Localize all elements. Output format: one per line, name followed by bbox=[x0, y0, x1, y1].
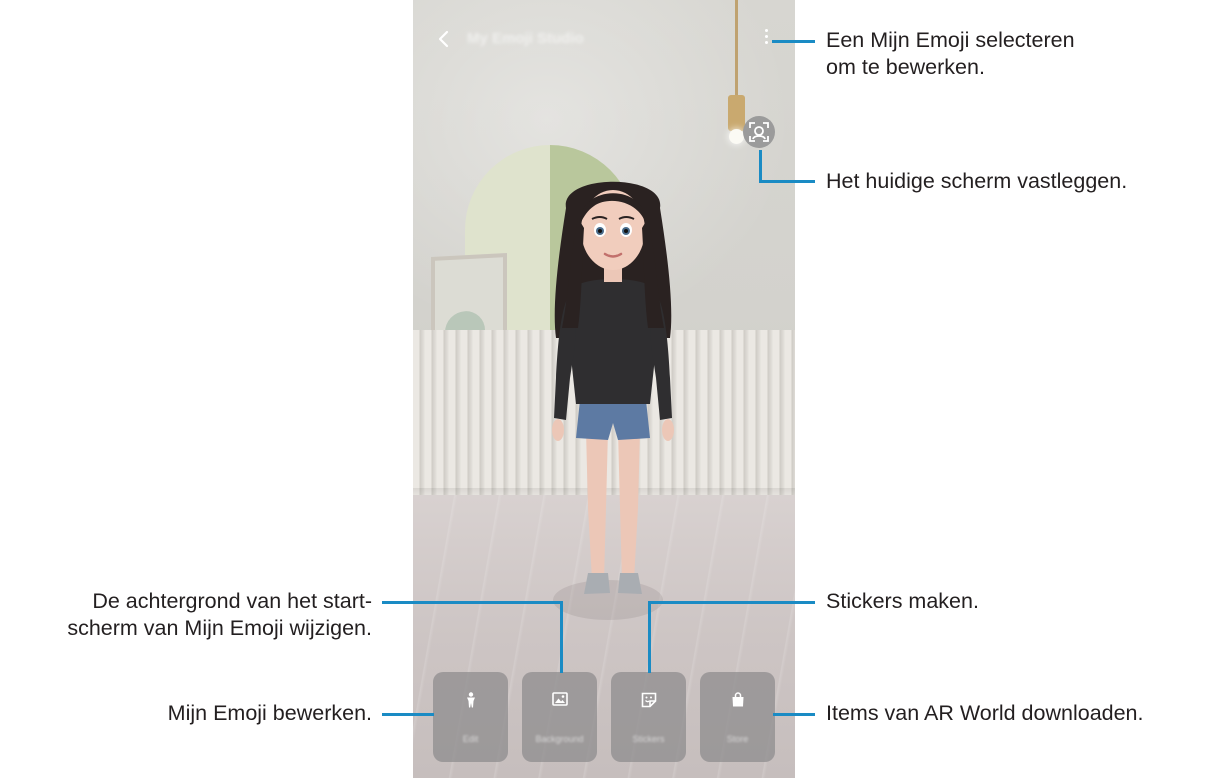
callout-more-menu-line1: Een Mijn Emoji selecteren bbox=[826, 28, 1075, 52]
shopping-bag-icon bbox=[732, 692, 743, 707]
stickers-button[interactable]: Stickers bbox=[611, 672, 686, 762]
callout-line-more-menu bbox=[772, 40, 815, 43]
person-icon bbox=[466, 692, 475, 708]
callout-capture: Het huidige scherm vastleggen. bbox=[826, 169, 1128, 193]
callout-line-background bbox=[382, 601, 562, 604]
face-scan-icon bbox=[749, 122, 769, 142]
callout-background-line1: De achtergrond van het start- bbox=[92, 589, 372, 613]
callout-store: Items van AR World downloaden. bbox=[826, 701, 1144, 725]
callout-line-stickers-v bbox=[648, 601, 651, 673]
edit-label: Edit bbox=[462, 734, 479, 744]
callout-background: De achtergrond van het start- scherm van… bbox=[0, 588, 372, 642]
callout-line-background-v bbox=[560, 601, 563, 673]
app-title: My Emoji Studio bbox=[467, 30, 584, 47]
callout-more-menu: Een Mijn Emoji selecteren om te bewerken… bbox=[826, 27, 1075, 81]
callout-line-store bbox=[773, 713, 815, 716]
callout-line-capture-h bbox=[759, 180, 815, 183]
callout-stickers: Stickers maken. bbox=[826, 589, 979, 613]
more-options-button[interactable] bbox=[759, 26, 773, 52]
callout-edit: Mijn Emoji bewerken. bbox=[167, 701, 372, 725]
top-bar: My Emoji Studio bbox=[413, 22, 795, 58]
edit-button[interactable]: Edit bbox=[433, 672, 508, 762]
image-icon bbox=[551, 692, 568, 706]
background-button[interactable]: Background bbox=[522, 672, 597, 762]
callout-line-stickers bbox=[648, 601, 815, 604]
capture-button[interactable] bbox=[743, 116, 775, 148]
sticker-icon bbox=[641, 692, 656, 708]
callout-line-edit bbox=[382, 713, 434, 716]
lamp-socket bbox=[728, 95, 745, 131]
more-vertical-icon bbox=[759, 29, 773, 44]
callout-background-line2: scherm van Mijn Emoji wijzigen. bbox=[67, 616, 372, 640]
lamp-bulb bbox=[729, 129, 744, 144]
callout-more-menu-line2: om te bewerken. bbox=[826, 55, 985, 79]
emoji-avatar bbox=[552, 181, 674, 594]
store-label: Store bbox=[726, 734, 749, 744]
phone-screen: My Emoji Studio Edit Background Stickers… bbox=[413, 0, 795, 778]
stickers-label: Stickers bbox=[632, 734, 665, 744]
chevron-left-icon bbox=[438, 30, 449, 48]
background-label: Background bbox=[535, 734, 584, 744]
callout-line-capture bbox=[759, 150, 762, 182]
bottom-toolbar: Edit Background Stickers Store bbox=[433, 672, 775, 762]
store-button[interactable]: Store bbox=[700, 672, 775, 762]
back-button[interactable] bbox=[431, 26, 457, 52]
